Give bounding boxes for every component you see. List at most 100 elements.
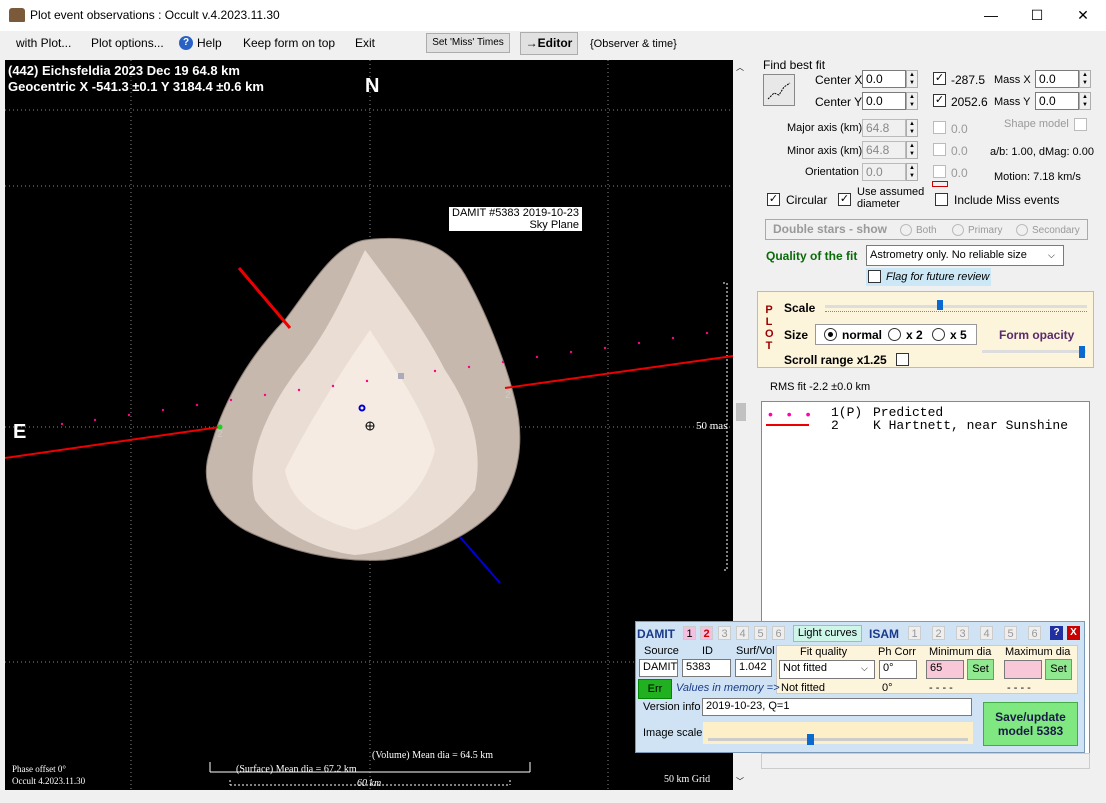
both-radio[interactable] — [900, 224, 912, 236]
color-swatch-icon[interactable] — [932, 181, 948, 187]
help-icon[interactable]: ? — [179, 36, 193, 50]
ph-corr-field[interactable]: 0° — [879, 660, 917, 679]
version-info-label: Version info — [643, 701, 701, 713]
isam-tab-3[interactable]: 3 — [956, 626, 969, 640]
orientation-input[interactable]: 0.0 — [862, 163, 906, 181]
scroll-range-checkbox[interactable] — [896, 353, 909, 366]
image-scale-thumb[interactable] — [807, 734, 814, 745]
damit-close-button[interactable]: X — [1067, 626, 1080, 640]
isam-tab-2[interactable]: 2 — [932, 626, 945, 640]
damit-tab-3[interactable]: 3 — [718, 626, 731, 640]
orientation-checkbox[interactable] — [933, 165, 946, 178]
damit-plot-label-line1: DAMIT #5383 2019-10-23 — [452, 207, 579, 219]
id-field[interactable]: 5383 — [682, 659, 731, 677]
fit-quality-label: Fit quality — [800, 646, 848, 658]
light-curves-button[interactable]: Light curves — [793, 625, 862, 642]
save-update-label: Save/update — [995, 710, 1066, 724]
quality-label: Quality of the fit — [766, 249, 858, 263]
plot-title-line1: (442) Eichsfeldia 2023 Dec 19 64.8 km — [8, 63, 240, 78]
isam-tab-1[interactable]: 1 — [908, 626, 921, 640]
scroll-thumb[interactable] — [736, 403, 746, 421]
mass-y-spinner[interactable]: ▲ ▼ — [1079, 92, 1091, 110]
close-button[interactable]: ✕ — [1060, 0, 1106, 31]
err-button[interactable]: Err — [638, 679, 672, 699]
minor-axis-label: Minor axis (km) — [787, 145, 863, 157]
isam-tab-6[interactable]: 6 — [1028, 626, 1041, 640]
list-hscrollbar[interactable] — [761, 753, 1090, 769]
chevron-down-icon[interactable]: ⌵ — [1048, 250, 1055, 261]
isam-tab-4[interactable]: 4 — [980, 626, 993, 640]
major-axis-checkbox[interactable] — [933, 121, 946, 134]
phase-offset-label: Phase offset 0° — [12, 764, 66, 774]
menu-exit[interactable]: Exit — [355, 36, 375, 50]
secondary-label: Secondary — [1032, 225, 1080, 236]
plot-title-line2: Geocentric X -541.3 ±0.1 Y 3184.4 ±0.6 k… — [8, 79, 264, 94]
major-axis-input[interactable]: 64.8 — [862, 119, 906, 137]
chord-label-west: 2 — [217, 429, 223, 440]
fit-chevron-down-icon[interactable]: ⌵ — [861, 663, 868, 674]
primary-radio[interactable] — [952, 224, 964, 236]
scale-slider-thumb[interactable] — [937, 300, 943, 310]
mass-x-spinner[interactable]: ▲ ▼ — [1079, 70, 1091, 88]
size-x2-label: x 2 — [906, 328, 923, 342]
orientation-spinner[interactable]: ▲ ▼ — [906, 163, 918, 181]
opacity-slider-thumb[interactable] — [1079, 346, 1085, 358]
center-y-checkbox[interactable]: ✓ — [933, 94, 946, 107]
secondary-radio[interactable] — [1016, 224, 1028, 236]
menu-with-plot[interactable]: with Plot... — [16, 36, 71, 50]
plot-svg — [5, 60, 733, 790]
menu-keep-on-top[interactable]: Keep form on top — [243, 36, 335, 50]
set-min-button[interactable]: Set — [967, 659, 994, 680]
editor-button[interactable]: →Editor — [520, 32, 578, 55]
set-miss-times-button[interactable]: Set 'Miss' Times — [426, 33, 510, 53]
save-update-button[interactable]: Save/update model 5383 — [983, 702, 1078, 746]
center-x-input[interactable]: 0.0 — [862, 70, 906, 88]
opacity-slider[interactable] — [982, 350, 1086, 353]
scroll-down-icon[interactable]: ﹀ — [736, 776, 744, 787]
damit-tab-4[interactable]: 4 — [736, 626, 749, 640]
damit-tab-6[interactable]: 6 — [772, 626, 785, 640]
min-dia-field[interactable]: 65 — [926, 660, 964, 679]
title-bar: Plot event observations : Occult v.4.202… — [0, 0, 1106, 31]
mass-y-input[interactable]: 0.0 — [1035, 92, 1079, 110]
minimize-button[interactable]: — — [968, 0, 1014, 31]
major-axis-spinner[interactable]: ▲ ▼ — [906, 119, 918, 137]
mass-x-input[interactable]: 0.0 — [1035, 70, 1079, 88]
use-assumed-checkbox[interactable]: ✓ — [838, 193, 851, 206]
flag-review-checkbox[interactable] — [868, 270, 881, 283]
shape-model-checkbox[interactable] — [1074, 118, 1087, 131]
max-dia-field[interactable] — [1004, 660, 1042, 679]
size-normal-label: normal — [842, 328, 883, 342]
quality-select[interactable]: Astrometry only. No reliable size — [866, 245, 1064, 266]
damit-tab-1[interactable]: 1 — [683, 626, 696, 640]
minor-axis-input[interactable]: 64.8 — [862, 141, 906, 159]
source-field[interactable]: DAMIT — [639, 659, 678, 677]
size-label: Size — [784, 328, 809, 342]
circular-checkbox[interactable]: ✓ — [767, 193, 780, 206]
scroll-up-icon[interactable]: ︿ — [736, 62, 744, 73]
center-y-input[interactable]: 0.0 — [862, 92, 906, 110]
version-info-field[interactable]: 2019-10-23, Q=1 — [702, 698, 972, 716]
center-x-spinner[interactable]: ▲ ▼ — [906, 70, 918, 88]
isam-tab-5[interactable]: 5 — [1004, 626, 1017, 640]
surfvol-field[interactable]: 1.042 — [735, 659, 772, 677]
damit-tab-2[interactable]: 2 — [700, 626, 713, 640]
damit-help-button[interactable]: ? — [1050, 626, 1063, 640]
minor-axis-checkbox[interactable] — [933, 143, 946, 156]
best-fit-button[interactable] — [763, 74, 795, 106]
menu-help[interactable]: Help — [197, 36, 222, 50]
center-x-checkbox[interactable]: ✓ — [933, 72, 946, 85]
chord-west — [5, 426, 221, 459]
menu-plot-options[interactable]: Plot options... — [91, 36, 164, 50]
damit-tab-5[interactable]: 5 — [754, 626, 767, 640]
plot-canvas[interactable]: (442) Eichsfeldia 2023 Dec 19 64.8 km Ge… — [5, 60, 733, 790]
set-max-button[interactable]: Set — [1045, 659, 1072, 680]
include-miss-checkbox[interactable] — [935, 193, 948, 206]
size-normal-radio[interactable] — [824, 328, 837, 341]
size-x5-radio[interactable] — [932, 328, 945, 341]
size-x2-radio[interactable] — [888, 328, 901, 341]
minor-axis-spinner[interactable]: ▲ ▼ — [906, 141, 918, 159]
center-y-spinner[interactable]: ▲ ▼ — [906, 92, 918, 110]
maximize-button[interactable]: ☐ — [1014, 0, 1060, 31]
observer-time-label[interactable]: {Observer & time} — [590, 38, 677, 50]
